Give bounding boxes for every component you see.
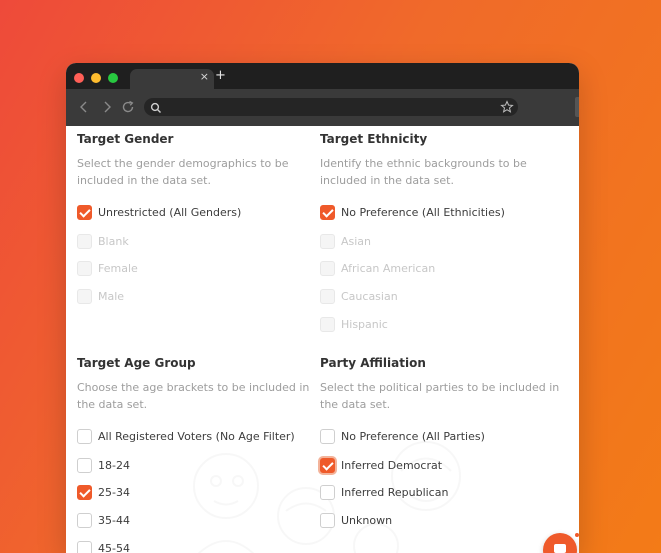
browser-titlebar: × + <box>66 63 579 89</box>
checkbox-label: Blank <box>98 234 129 248</box>
checkbox-label: Male <box>98 289 125 303</box>
checkbox <box>77 288 92 304</box>
checkbox-option: Caucasian <box>320 288 398 304</box>
checkbox-label: 18-24 <box>98 458 130 472</box>
maximize-window-button[interactable] <box>108 73 118 83</box>
checkbox[interactable] <box>77 457 92 473</box>
browser-toolbar <box>66 89 579 126</box>
checkbox <box>77 260 92 276</box>
section-description: Choose the age brackets to be included i… <box>77 381 310 411</box>
checkbox[interactable] <box>77 540 92 553</box>
checkbox-label: No Preference (All Ethnicities) <box>341 205 505 219</box>
checkbox-label: Inferred Republican <box>341 485 449 499</box>
checkbox-label: No Preference (All Parties) <box>341 429 485 443</box>
checkbox[interactable] <box>320 512 335 528</box>
checkbox <box>320 316 335 332</box>
checkbox-option[interactable]: 45-54 <box>77 540 130 553</box>
checkbox-option[interactable]: Unrestricted (All Genders) <box>77 204 241 220</box>
minimize-window-button[interactable] <box>91 73 101 83</box>
checkbox-checked[interactable] <box>77 484 92 500</box>
browser-window: × + Target Gender Select the gender demo… <box>66 63 579 553</box>
toolbar-edge <box>575 97 579 117</box>
page-content: Target Gender Select the gender demograp… <box>66 126 579 553</box>
checkbox-option[interactable]: 18-24 <box>77 457 130 473</box>
target-ethnicity-section: Target Ethnicity Identify the ethnic bac… <box>320 130 560 189</box>
search-icon <box>150 101 162 119</box>
checkbox-label: Unknown <box>341 513 393 527</box>
target-gender-section: Target Gender Select the gender demograp… <box>77 130 317 189</box>
address-bar[interactable] <box>144 98 518 116</box>
checkbox <box>320 233 335 249</box>
checkbox-option[interactable]: All Registered Voters (No Age Filter) <box>77 428 295 444</box>
checkbox-option: Male <box>77 288 124 304</box>
checkbox-label: African American <box>341 261 436 275</box>
checkbox-option[interactable]: No Preference (All Parties) <box>320 428 485 444</box>
checkbox-label: Unrestricted (All Genders) <box>98 205 242 219</box>
checkbox-label: 25-34 <box>98 485 130 499</box>
checkbox-option: Asian <box>320 233 371 249</box>
checkbox-option[interactable]: 25-34 <box>77 484 130 500</box>
section-description: Identify the ethnic backgrounds to be in… <box>320 157 527 187</box>
close-window-button[interactable] <box>74 73 84 83</box>
checkbox-option[interactable]: No Preference (All Ethnicities) <box>320 204 505 220</box>
forward-icon[interactable] <box>99 99 115 115</box>
tab-close-icon[interactable]: × <box>200 70 209 83</box>
section-description: Select the political parties to be inclu… <box>320 381 560 411</box>
checkbox-option: African American <box>320 260 435 276</box>
bookmark-star-icon[interactable] <box>500 100 514 119</box>
checkbox-option: Blank <box>77 233 129 249</box>
checkbox[interactable] <box>77 512 92 528</box>
section-title: Target Age Group <box>77 356 196 370</box>
party-affiliation-section: Party Affiliation Select the political p… <box>320 354 560 413</box>
checkbox-label: 45-54 <box>98 541 130 553</box>
target-age-group-section: Target Age Group Choose the age brackets… <box>77 354 317 413</box>
notification-badge <box>573 531 579 539</box>
checkbox <box>320 288 335 304</box>
back-icon[interactable] <box>76 99 92 115</box>
checkbox-checked[interactable] <box>320 457 335 473</box>
checkbox <box>77 233 92 249</box>
checkbox-checked[interactable] <box>77 204 92 220</box>
checkbox-option: Hispanic <box>320 316 388 332</box>
checkbox[interactable] <box>77 428 92 444</box>
checkbox-checked[interactable] <box>320 204 335 220</box>
checkbox-label: Hispanic <box>341 317 388 331</box>
checkbox-option[interactable]: 35-44 <box>77 512 130 528</box>
checkbox-label: Asian <box>341 234 372 248</box>
checkbox-option[interactable]: Inferred Republican <box>320 484 448 500</box>
checkbox-option: Female <box>77 260 138 276</box>
browser-tab[interactable]: × <box>130 69 214 89</box>
reload-icon[interactable] <box>120 99 136 115</box>
checkbox <box>320 260 335 276</box>
checkbox-label: Female <box>98 261 138 275</box>
checkbox-option[interactable]: Inferred Democrat <box>320 457 442 473</box>
section-title: Target Gender <box>77 132 174 146</box>
chat-icon <box>553 542 567 553</box>
checkbox-label: Caucasian <box>341 289 398 303</box>
checkbox-option[interactable]: Unknown <box>320 512 392 528</box>
new-tab-button[interactable]: + <box>215 68 226 83</box>
section-description: Select the gender demographics to be inc… <box>77 157 289 187</box>
checkbox-label: All Registered Voters (No Age Filter) <box>98 429 295 443</box>
checkbox-label: Inferred Democrat <box>341 458 443 472</box>
checkbox[interactable] <box>320 428 335 444</box>
section-title: Target Ethnicity <box>320 132 428 146</box>
section-title: Party Affiliation <box>320 356 426 370</box>
checkbox[interactable] <box>320 484 335 500</box>
checkbox-label: 35-44 <box>98 513 130 527</box>
